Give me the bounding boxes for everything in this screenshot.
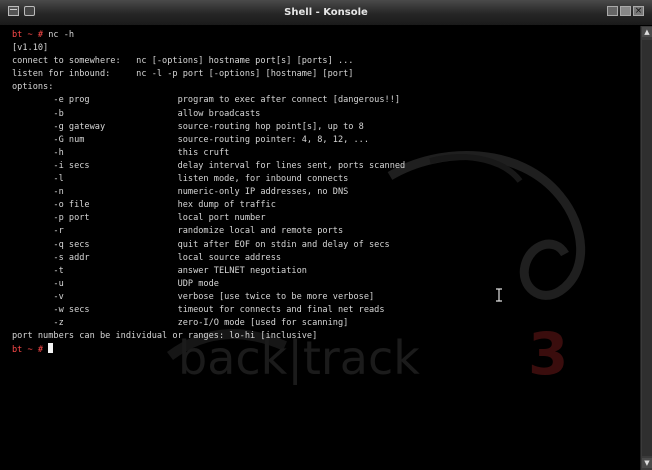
output-line: -h this cruft bbox=[12, 147, 230, 158]
backtrack-logo-number: 3 bbox=[528, 320, 568, 388]
command-text: nc -h bbox=[48, 30, 75, 40]
output-line: -q secs quit after EOF on stdin and dela… bbox=[12, 239, 390, 250]
text-cursor bbox=[48, 343, 54, 354]
terminal-output: bt ~ # nc -h [v1.10] connect to somewher… bbox=[12, 29, 405, 357]
output-line: -i secs delay interval for lines sent, p… bbox=[12, 160, 406, 171]
output-line: -o file hex dump of traffic bbox=[12, 200, 276, 211]
output-line: -w secs timeout for connects and final n… bbox=[12, 304, 385, 315]
output-line: -t answer TELNET negotiation bbox=[12, 265, 307, 276]
output-line: -n numeric-only IP addresses, no DNS bbox=[12, 187, 349, 198]
ibeam-cursor-icon bbox=[496, 288, 502, 302]
scroll-up-icon[interactable]: ▲ bbox=[642, 27, 652, 37]
konsole-window: Shell - Konsole × back|track 3 bt ~ # nc… bbox=[0, 0, 652, 470]
output-line: listen for inbound: nc -l -p port [-opti… bbox=[12, 69, 354, 80]
output-line: -g gateway source-routing hop point[s], … bbox=[12, 121, 364, 132]
close-icon[interactable]: × bbox=[633, 6, 644, 16]
output-line: -v verbose [use twice to be more verbose… bbox=[12, 291, 375, 302]
output-line: connect to somewhere: nc [-options] host… bbox=[12, 56, 354, 67]
minimize-icon[interactable] bbox=[607, 6, 618, 16]
window-title: Shell - Konsole bbox=[284, 7, 368, 18]
scroll-thumb[interactable] bbox=[642, 40, 652, 456]
output-line: -p port local port number bbox=[12, 213, 266, 224]
output-line: -l listen mode, for inbound connects bbox=[12, 174, 349, 185]
title-bar[interactable]: Shell - Konsole × bbox=[0, 0, 652, 26]
output-line: -r randomize local and remote ports bbox=[12, 226, 344, 237]
output-line: port numbers can be individual or ranges… bbox=[12, 331, 318, 342]
output-line: -s addr local source address bbox=[12, 252, 282, 263]
scroll-down-icon[interactable]: ▼ bbox=[642, 458, 652, 468]
output-line: -e prog program to exec after connect [d… bbox=[12, 95, 401, 106]
output-line: -z zero-I/O mode [used for scanning] bbox=[12, 318, 349, 329]
maximize-icon[interactable] bbox=[620, 6, 631, 16]
vertical-scrollbar[interactable]: ▲ ▼ bbox=[640, 26, 652, 470]
terminal-area[interactable]: back|track 3 bt ~ # nc -h [v1.10] connec… bbox=[0, 26, 640, 470]
output-line: -G num source-routing pointer: 4, 8, 12,… bbox=[12, 134, 369, 145]
shell-prompt: bt ~ # bbox=[12, 30, 49, 40]
shell-prompt-final: bt ~ # bbox=[12, 345, 49, 356]
output-line: options: bbox=[12, 82, 54, 93]
output-line: [v1.10] bbox=[12, 43, 49, 54]
output-line: -b allow broadcasts bbox=[12, 108, 261, 119]
output-line: -u UDP mode bbox=[12, 278, 219, 289]
